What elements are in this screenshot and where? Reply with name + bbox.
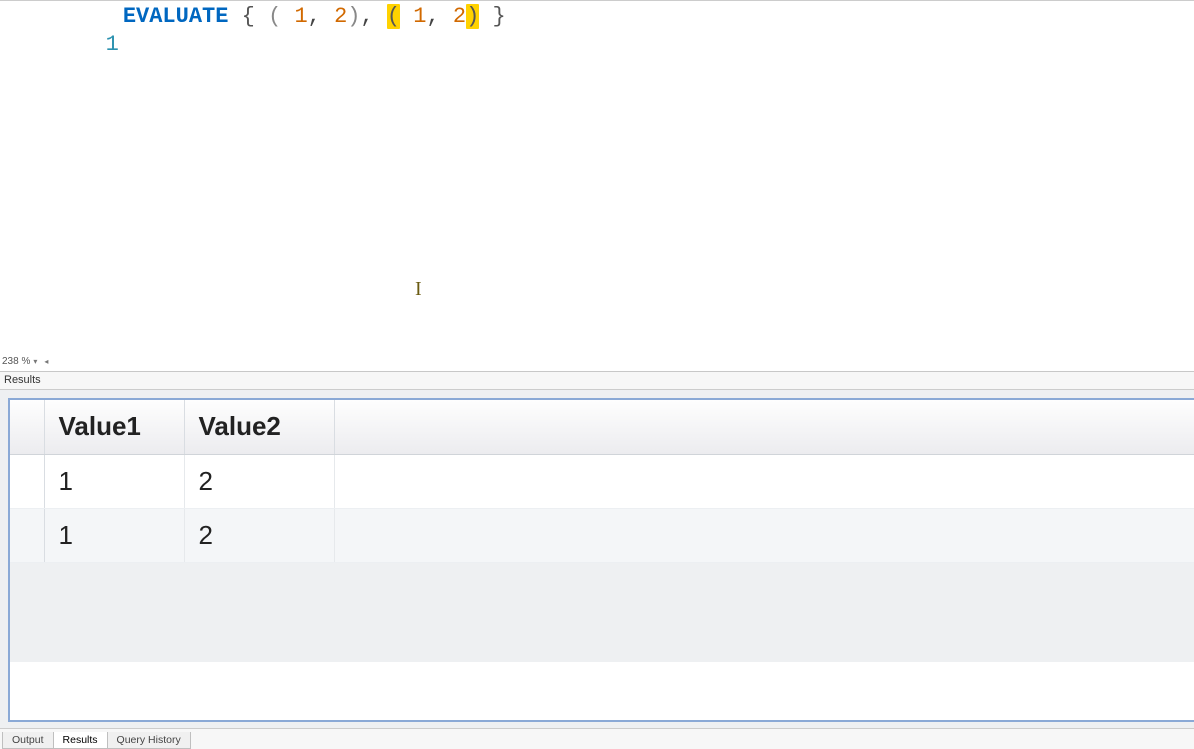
token-open-paren-1: ( [268, 4, 281, 29]
app-root: 1 EVALUATE { ( 1, 2), ( 1, 2) } I 238 % … [0, 0, 1194, 749]
grid-filler-row [10, 562, 1194, 662]
tab-query-history[interactable]: Query History [107, 732, 191, 749]
row-handle[interactable] [10, 508, 44, 562]
token-num-a2: 2 [334, 4, 347, 29]
cell-filler [334, 454, 1194, 508]
token-num-b1: 1 [413, 4, 426, 29]
row-handle-header [10, 400, 44, 454]
results-section: Results Value1 Value2 [0, 372, 1194, 728]
token-comma-1: , [308, 4, 321, 29]
cell-value2[interactable]: 2 [184, 508, 334, 562]
token-close-paren-1: ) [347, 4, 360, 29]
token-comma-2: , [427, 4, 440, 29]
chevron-down-icon[interactable]: ▾ [33, 357, 37, 366]
token-num-b2: 2 [453, 4, 466, 29]
table-row[interactable]: 1 2 [10, 508, 1194, 562]
token-comma-mid: , [360, 4, 373, 29]
token-open-brace: { [242, 4, 255, 29]
results-panel-title: Results [0, 372, 1194, 390]
column-header-filler [334, 400, 1194, 454]
tab-results[interactable]: Results [53, 732, 108, 749]
code-area[interactable]: 1 EVALUATE { ( 1, 2), ( 1, 2) } [0, 1, 1194, 87]
column-header-value1[interactable]: Value1 [44, 400, 184, 454]
cell-filler [334, 508, 1194, 562]
token-close-brace: } [493, 4, 506, 29]
cell-value2[interactable]: 2 [184, 454, 334, 508]
token-keyword: EVALUATE [123, 4, 229, 29]
table-row[interactable]: 1 2 [10, 454, 1194, 508]
bottom-tab-bar: Output Results Query History [0, 728, 1194, 749]
column-header-value2[interactable]: Value2 [184, 400, 334, 454]
token-open-paren-2-highlighted: ( [387, 4, 400, 29]
code-line-1[interactable]: EVALUATE { ( 1, 2), ( 1, 2) } [123, 3, 1188, 87]
scroll-left-icon[interactable]: ◂ [44, 357, 48, 366]
text-caret-icon: I [415, 278, 422, 301]
results-header-row: Value1 Value2 [10, 400, 1194, 454]
cell-value1[interactable]: 1 [44, 508, 184, 562]
results-grid-container: Value1 Value2 1 2 1 2 [8, 398, 1194, 722]
results-grid[interactable]: Value1 Value2 1 2 1 2 [10, 400, 1194, 662]
tab-output[interactable]: Output [2, 732, 54, 749]
zoom-control[interactable]: 238 % ▾ ◂ [2, 356, 48, 367]
code-editor-pane[interactable]: 1 EVALUATE { ( 1, 2), ( 1, 2) } I 238 % … [0, 1, 1194, 372]
token-num-a1: 1 [294, 4, 307, 29]
zoom-label: 238 % [2, 356, 30, 367]
row-handle[interactable] [10, 454, 44, 508]
cell-value1[interactable]: 1 [44, 454, 184, 508]
line-number: 1 [106, 32, 119, 57]
token-close-paren-2-highlighted: ) [466, 4, 479, 29]
editor-gutter: 1 [0, 3, 123, 87]
